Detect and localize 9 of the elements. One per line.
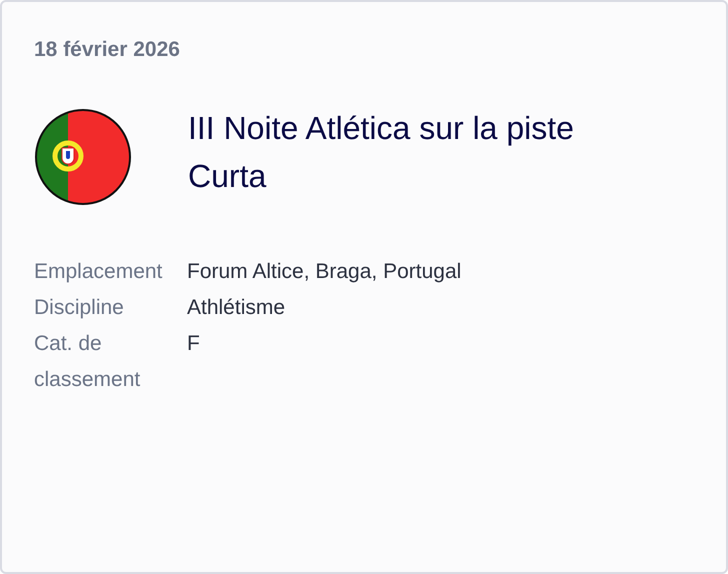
event-date: 18 février 2026 [34,38,180,62]
detail-label: Discipline [34,295,125,321]
detail-label: Cat. de classement [34,331,142,393]
detail-label: Emplacement [34,259,164,285]
event-title: III Noite Atlética sur la piste Curta [188,109,575,196]
detail-value: Forum Altice, Braga, Portugal [187,259,462,285]
detail-value: Athlétisme [187,295,286,321]
detail-value: F [187,331,201,357]
flag-icon [34,108,132,206]
